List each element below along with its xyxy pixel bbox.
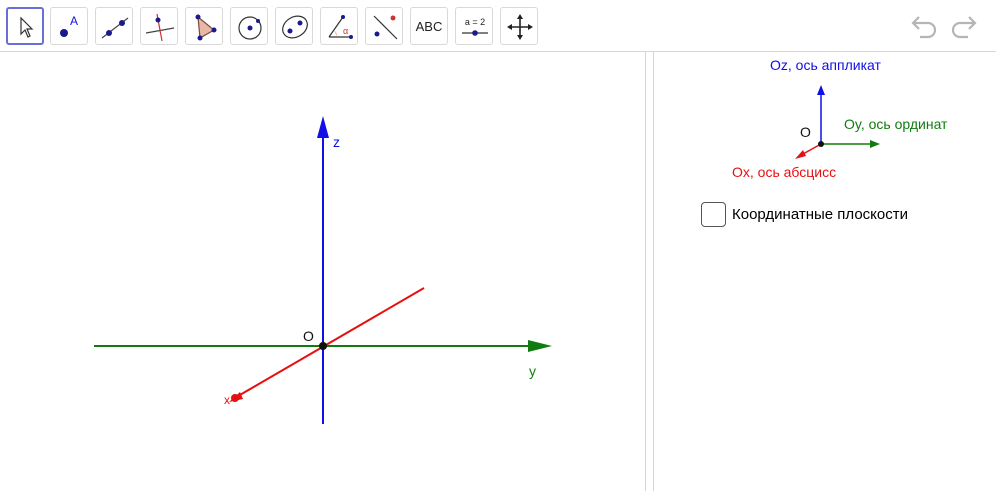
text-tool-button[interactable]: ABC (410, 7, 448, 45)
reflect-tool-button[interactable] (365, 7, 403, 45)
perpendicular-line-icon (145, 13, 175, 42)
redo-button[interactable] (948, 12, 978, 40)
origin-point[interactable] (319, 342, 327, 350)
ox-legend-axis (802, 143, 822, 155)
polygon-icon (195, 14, 217, 41)
svg-text:α: α (343, 26, 348, 36)
coordinate-planes-checkbox-row[interactable]: Координатные плоскости (701, 202, 908, 227)
slider-tool-button[interactable]: a = 2 (455, 7, 493, 45)
x-axis (232, 287, 425, 400)
coordinate-planes-checkbox[interactable] (701, 202, 726, 227)
svg-text:a = 2: a = 2 (465, 17, 485, 27)
point-tool-button[interactable]: A (50, 7, 88, 45)
view-splitter[interactable] (645, 52, 654, 491)
ox-legend-label: Ox, ось абсцисс (732, 164, 836, 180)
x-axis-end-point (231, 394, 239, 402)
move-view-tool-button[interactable] (500, 7, 538, 45)
cursor-arrow-icon (20, 16, 34, 38)
angle-tool-button[interactable]: α (320, 7, 358, 45)
svg-text:A: A (70, 14, 78, 28)
slider-icon: a = 2 (462, 17, 488, 36)
graphics-view[interactable]: z y x O (0, 52, 645, 491)
y-axis-label: y (529, 363, 536, 379)
redo-icon (951, 16, 977, 39)
polygon-tool-button[interactable] (185, 7, 223, 45)
axes-legend: Oz, ось аппликат Oy, ось ординат Ox, ось… (732, 57, 948, 180)
oz-legend-label: Oz, ось аппликат (770, 57, 881, 73)
text-icon: ABC (415, 18, 443, 34)
move-graphics-view-icon (507, 14, 533, 40)
z-axis-arrow (317, 116, 329, 138)
ellipse-tool-button[interactable] (275, 7, 313, 45)
point-icon: A (60, 14, 78, 37)
coordinate-planes-label[interactable]: Координатные плоскости (732, 206, 908, 223)
z-axis-label: z (333, 134, 340, 150)
line-icon (101, 17, 129, 39)
legend-origin-point (818, 141, 824, 147)
oy-legend-arrow (870, 140, 880, 148)
geogebra-app: A α ABC a = 2 z y x O Oz, ось аппликат O… (0, 0, 996, 491)
undo-button[interactable] (910, 12, 940, 40)
ox-legend-arrow (795, 150, 806, 159)
undo-icon (911, 16, 937, 39)
axes-drawing: z y x O (94, 116, 552, 424)
perpendicular-tool-button[interactable] (140, 7, 178, 45)
line-tool-button[interactable] (95, 7, 133, 45)
origin-label: O (303, 328, 314, 344)
ellipse-icon (282, 15, 308, 39)
oy-legend-label: Oy, ось ординат (844, 116, 948, 132)
circle-center-point-icon (238, 16, 262, 40)
reflect-about-line-icon (373, 15, 398, 40)
side-view: Oz, ось аппликат Oy, ось ординат Ox, ось… (654, 52, 996, 491)
x-axis-label: x (224, 393, 230, 407)
angle-icon: α (328, 15, 353, 39)
oz-legend-arrow (817, 85, 825, 95)
y-axis-arrow (528, 340, 552, 352)
move-tool-button[interactable] (6, 7, 44, 45)
legend-origin-label: O (800, 124, 811, 140)
circle-tool-button[interactable] (230, 7, 268, 45)
toolbar: A α ABC a = 2 (0, 0, 996, 52)
